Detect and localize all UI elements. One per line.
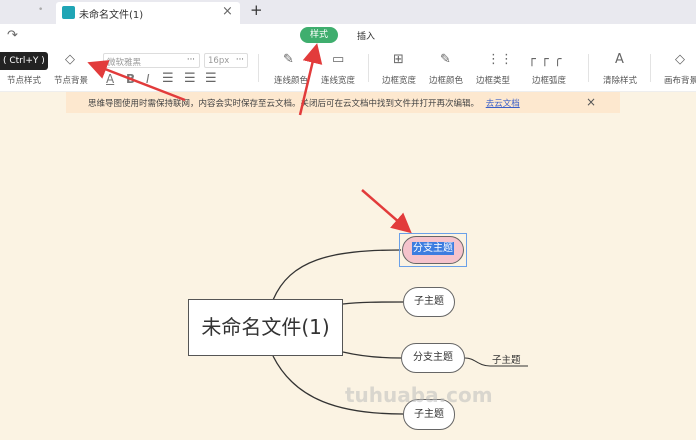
annotation-arrows	[87, 43, 412, 234]
arrow-to-style-tab	[298, 43, 323, 116]
arrow-to-node-background	[87, 60, 186, 102]
arrow-to-selected-node	[361, 189, 412, 234]
